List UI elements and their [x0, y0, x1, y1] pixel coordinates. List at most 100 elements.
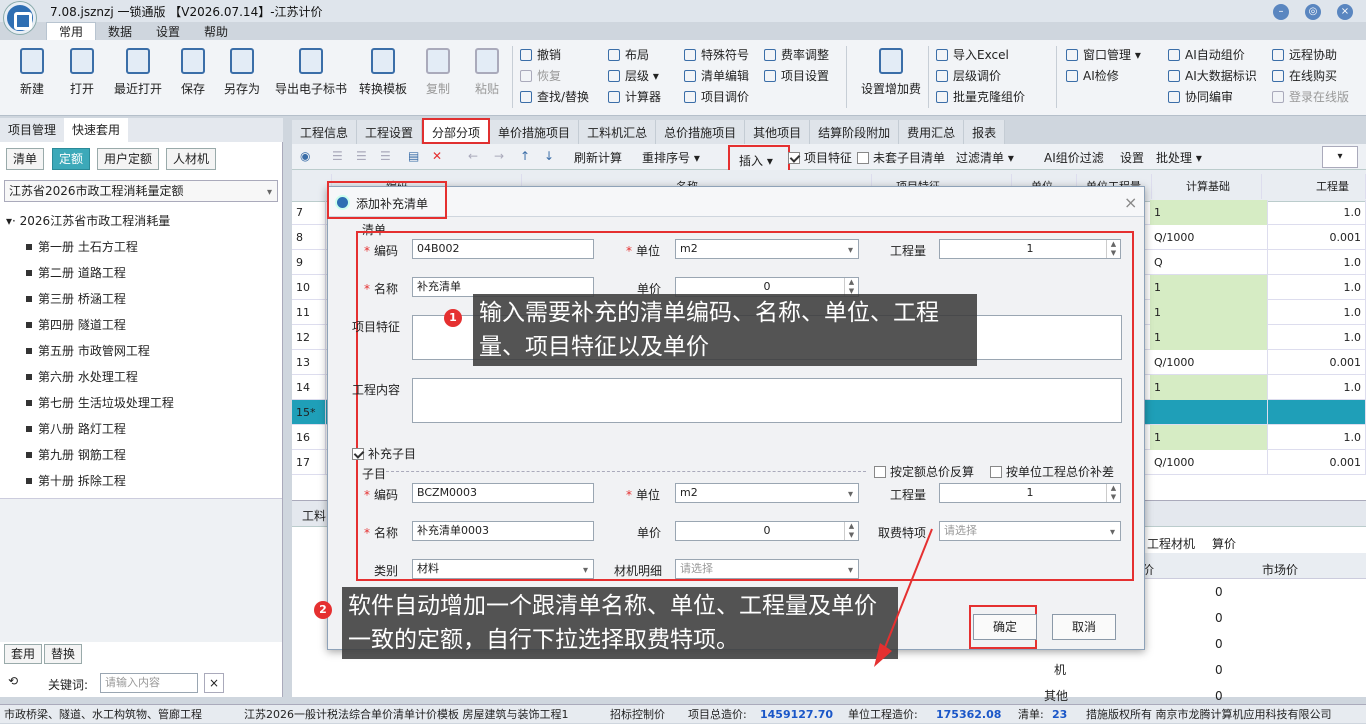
calculator-button[interactable]: 计算器 [608, 88, 661, 105]
calc-base-cell[interactable]: Q/1000 [1150, 225, 1268, 250]
tab-material-summary[interactable]: 工料机汇总 [579, 120, 657, 146]
minimize-icon[interactable]: – [1273, 4, 1289, 20]
online-buy-button[interactable]: 在线购买 [1272, 67, 1337, 84]
quantity-cell[interactable]: 0.001 [1269, 225, 1366, 250]
tab-total-measures[interactable]: 总价措施项目 [656, 120, 746, 146]
apply-button[interactable]: 套用 [4, 644, 43, 664]
window-manage-button[interactable]: 窗口管理 ▾ [1066, 46, 1141, 63]
convert-template-button[interactable]: 转换模板 [355, 48, 411, 97]
material-button[interactable]: 人材机 [166, 148, 217, 170]
sub-price-input[interactable]: 0 ▲ ▼ [675, 521, 859, 541]
tree-item[interactable]: 第六册 水处理工程 [8, 366, 138, 388]
tab-other-items[interactable]: 其他项目 [745, 120, 811, 146]
open-button[interactable]: 打开 [60, 48, 104, 97]
rate-adjust-button[interactable]: 费率调整 [764, 46, 829, 63]
menu-help[interactable]: 帮助 [192, 23, 240, 41]
recent-button[interactable]: 最近打开 [110, 48, 166, 97]
refresh-calc-button[interactable]: 刷新计算 [574, 149, 622, 166]
tree-item[interactable]: 第八册 路灯工程 [8, 418, 126, 440]
ai-bigdata-button[interactable]: AI大数据标识 [1168, 67, 1257, 84]
outdent-icon[interactable]: ☰ [356, 149, 367, 163]
project-price-button[interactable]: 项目调价 [684, 88, 749, 105]
tab-project-material[interactable]: 工程材机 [1147, 535, 1195, 552]
tree-item[interactable]: 第九册 钢筋工程 [8, 444, 126, 466]
tree-item[interactable]: 第四册 隧道工程 [8, 314, 126, 336]
tab-fee-summary[interactable]: 费用汇总 [899, 120, 965, 146]
tab-quick-apply[interactable]: 快速套用 [64, 118, 129, 142]
quota-select[interactable]: 江苏省2026市政工程消耗量定额 ▾ [4, 180, 278, 202]
quota-button[interactable]: 定额 [52, 148, 91, 170]
close-icon[interactable]: × [1337, 4, 1353, 20]
reverse-calc-checkbox[interactable]: 按定额总价反算 [874, 463, 974, 480]
replace-button[interactable]: 替换 [44, 644, 83, 664]
batch-clone-button[interactable]: 批量克隆组价 [936, 88, 1025, 105]
sub-name-input[interactable]: 补充清单0003 [412, 521, 594, 541]
calc-base-cell[interactable]: Q [1150, 250, 1268, 275]
feature-checkbox[interactable]: 项目特征 [788, 149, 852, 166]
quantity-cell[interactable]: 0.001 [1269, 350, 1366, 375]
keyword-input[interactable]: 请输入内容 [100, 673, 198, 693]
calc-base-cell[interactable]: 1 [1150, 325, 1268, 350]
save-grid-icon[interactable]: ▤ [408, 149, 419, 163]
settings-button[interactable]: 设置 [1120, 149, 1144, 166]
material-detail-select[interactable]: 请选择 ▾ [675, 559, 859, 579]
save-button[interactable]: 保存 [171, 48, 215, 97]
tree-item[interactable]: 第二册 道路工程 [8, 262, 126, 284]
arrow-up-icon[interactable]: ↑ [520, 149, 530, 163]
level-button[interactable]: 层级 ▾ [608, 67, 659, 84]
unapplied-checkbox[interactable]: 未套子目清单 [857, 149, 945, 166]
arrow-down-icon[interactable]: ↓ [544, 149, 554, 163]
tab-bottom-material[interactable]: 工料 [302, 507, 326, 524]
list-icon[interactable]: ☰ [380, 149, 391, 163]
batch-button[interactable]: 批处理 ▾ [1156, 149, 1202, 166]
quantity-cell[interactable]: 1.0 [1269, 375, 1366, 400]
tree-item[interactable]: 第一册 土石方工程 [8, 236, 138, 258]
tree-item[interactable]: 第十册 拆除工程 [8, 470, 126, 492]
eye-icon[interactable]: ◉ [300, 149, 310, 163]
copy-button[interactable]: 复制 [416, 48, 460, 97]
tree-root[interactable]: ▾· 2026江苏省市政工程消耗量 [6, 210, 170, 232]
sub-unit-select[interactable]: m2 ▾ [675, 483, 859, 503]
project-settings-button[interactable]: 项目设置 [764, 67, 829, 84]
save-as-button[interactable]: 另存为 [220, 48, 264, 97]
calc-base-cell[interactable] [1150, 400, 1268, 425]
bill-button[interactable]: 清单 [6, 148, 45, 170]
tab-sub-items[interactable]: 分部分项 [422, 118, 491, 144]
quantity-cell[interactable]: 1.0 [1269, 300, 1366, 325]
online-login-button[interactable]: 登录在线版 [1272, 88, 1349, 105]
remote-assist-button[interactable]: 远程协助 [1272, 46, 1337, 63]
quantity-cell[interactable]: 1.0 [1269, 425, 1366, 450]
bill-edit-button[interactable]: 清单编辑 [684, 67, 749, 84]
sub-code-input[interactable]: BCZM0003 [412, 483, 594, 503]
menu-common[interactable]: 常用 [46, 22, 97, 40]
category-select[interactable]: 材料 ▾ [412, 559, 594, 579]
quantity-cell[interactable]: 0.001 [1269, 450, 1366, 475]
import-excel-button[interactable]: 导入Excel [936, 46, 1009, 63]
content-textarea[interactable] [412, 378, 1122, 423]
tab-price-calc[interactable]: 算价 [1212, 535, 1236, 552]
reorder-button[interactable]: 重排序号 ▾ [642, 149, 700, 166]
qty-input[interactable]: 1 ▲ ▼ [939, 239, 1121, 259]
find-replace-button[interactable]: 查找/替换 [520, 88, 589, 105]
code-input[interactable]: 04B002 [412, 239, 594, 259]
calc-base-cell[interactable]: 1 [1150, 275, 1268, 300]
level-price-button[interactable]: 层级调价 [936, 67, 1001, 84]
arrow-left-icon[interactable]: ← [468, 149, 478, 163]
ok-button[interactable]: 确定 [973, 614, 1037, 640]
unit-select[interactable]: m2 ▾ [675, 239, 859, 259]
toolbar-dropdown[interactable]: ▾ [1322, 146, 1358, 168]
export-tender-button[interactable]: 导出电子标书 [271, 48, 351, 97]
sub-qty-input[interactable]: 1 ▲ ▼ [939, 483, 1121, 503]
set-fee-button[interactable]: 设置增加费 [856, 48, 926, 97]
quantity-cell[interactable]: 1.0 [1269, 325, 1366, 350]
clear-icon[interactable]: × [204, 673, 224, 693]
tab-project-settings[interactable]: 工程设置 [357, 120, 423, 146]
indent-icon[interactable]: ☰ [332, 149, 343, 163]
calc-base-cell[interactable]: 1 [1150, 200, 1268, 225]
close-icon[interactable]: × [1124, 193, 1137, 212]
calc-base-cell[interactable]: 1 [1150, 425, 1268, 450]
quantity-cell[interactable]: 1.0 [1269, 275, 1366, 300]
calc-base-cell[interactable]: 1 [1150, 300, 1268, 325]
paste-button[interactable]: 粘贴 [465, 48, 509, 97]
tree-item[interactable]: 第三册 桥涵工程 [8, 288, 126, 310]
